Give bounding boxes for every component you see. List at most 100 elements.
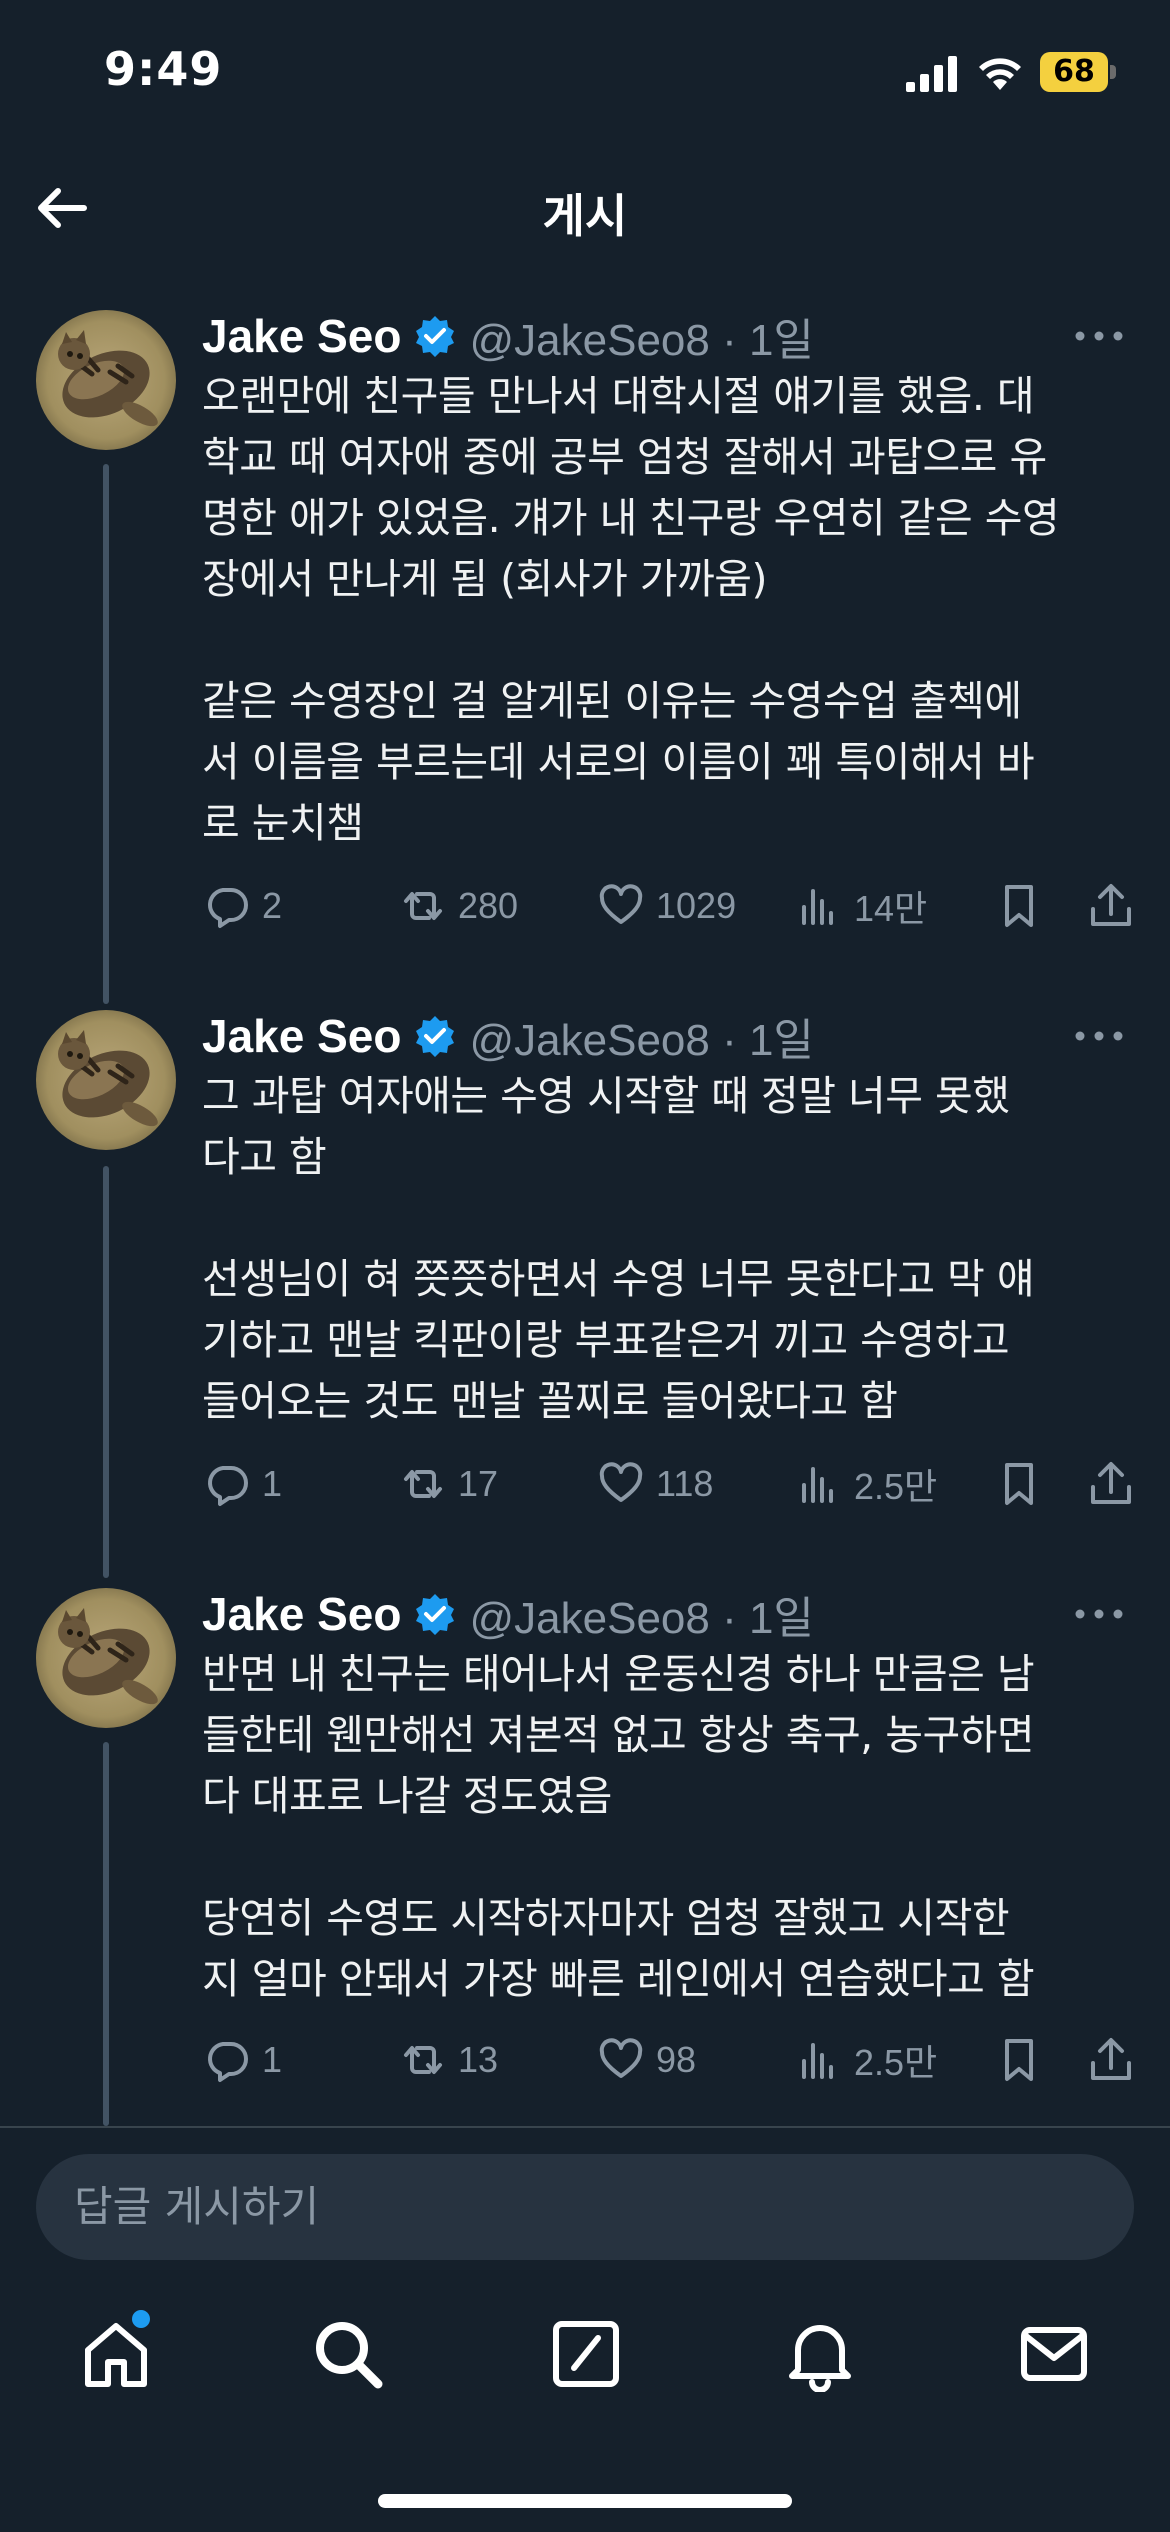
view-count: 2.5만: [854, 1466, 938, 1507]
like-button[interactable]: 98: [596, 2030, 696, 2090]
tab-search[interactable]: [310, 2316, 386, 2392]
reply-icon: [208, 1466, 248, 1506]
like-button[interactable]: 1029: [596, 876, 736, 936]
action-bar: 1 17 118 2.5만: [202, 1454, 1142, 1514]
thread-line: [103, 464, 109, 1004]
verified-badge-icon: [416, 1594, 455, 1635]
cat-avatar-image: [36, 1588, 176, 1728]
share-button[interactable]: [1086, 2030, 1136, 2090]
post-text-line: 들어오는 것도 맨날 꼴찌로 들어왔다고 함: [202, 1377, 898, 1425]
post-header: Jake Seo @JakeSeo8 · 1일: [202, 304, 814, 368]
post-text: 그 과탑 여자애는 수영 시작할 때 정말 너무 못했 다고 함 선생님이 혀 쯧쯧…: [202, 1066, 1132, 1432]
post-text-line: 장에서 만나게 됨 (회사가 가까움): [202, 555, 767, 603]
reply-input[interactable]: 답글 게시하기: [36, 2154, 1134, 2260]
post-text-line: 기하고 맨날 킥판이랑 부표같은거 끼고 수영하고: [202, 1316, 1010, 1364]
author-name[interactable]: Jake Seo: [202, 1009, 401, 1063]
repost-icon: [404, 2046, 442, 2074]
reply-button[interactable]: 1: [202, 1454, 282, 1514]
home-indicator: [378, 2494, 792, 2508]
battery-icon: 68: [1040, 52, 1116, 92]
views-button[interactable]: 2.5만: [794, 2030, 937, 2090]
status-time: 9:49: [104, 42, 223, 96]
more-options-icon[interactable]: [1070, 1596, 1128, 1632]
views-button[interactable]: 14만: [794, 876, 927, 936]
post-text-line: 서 이름을 부르는데 서로의 이름이 꽤 특이해서 바: [202, 738, 1035, 786]
avatar[interactable]: [36, 310, 176, 450]
thread-line: [103, 1742, 109, 2126]
battery-tip: [1110, 65, 1116, 79]
post-header: Jake Seo @JakeSeo8 · 1일: [202, 1004, 814, 1068]
avatar[interactable]: [36, 1588, 176, 1728]
view-count: 14만: [854, 888, 928, 929]
action-bar: 2 280 1029 14만: [202, 876, 1142, 936]
views-icon: [802, 1467, 833, 1503]
heart-icon: [599, 884, 643, 924]
reply-count: 2: [262, 885, 283, 926]
share-button[interactable]: [1086, 1454, 1136, 1514]
author-handle-and-time[interactable]: @JakeSeo8 · 1일: [469, 304, 813, 368]
author-handle-and-time[interactable]: @JakeSeo8 · 1일: [469, 1004, 813, 1068]
more-options-icon[interactable]: [1070, 1018, 1128, 1054]
header: 게시: [0, 150, 1170, 270]
bookmark-button[interactable]: [994, 876, 1044, 936]
repost-count: 17: [458, 1463, 499, 1504]
views-icon: [802, 2043, 833, 2079]
page-title: 게시: [542, 189, 628, 243]
post-text-line: 다 대표로 나갈 정도였음: [202, 1772, 612, 1820]
post-text-line: 반면 내 친구는 태어나서 운동신경 하나 만큼은 남: [202, 1650, 1035, 1698]
reply-icon: [208, 888, 248, 928]
verified-badge-icon: [416, 1016, 455, 1057]
post-text-line: 로 눈치챔: [202, 799, 364, 847]
status-bar: 9:49 68: [0, 0, 1170, 150]
tab-compose[interactable]: [548, 2316, 624, 2392]
share-button[interactable]: [1086, 876, 1136, 936]
author-handle-and-time[interactable]: @JakeSeo8 · 1일: [469, 1582, 813, 1646]
repost-button[interactable]: 280: [398, 876, 518, 936]
post-text: 오랜만에 친구들 만나서 대학시절 얘기를 했음. 대 학교 때 여자애 중에 공…: [202, 366, 1132, 854]
repost-count: 280: [458, 885, 519, 926]
messages-icon: [1021, 2327, 1087, 2381]
bookmark-button[interactable]: [994, 1454, 1044, 1514]
home-unread-dot: [132, 2310, 150, 2328]
compose-icon: [553, 2321, 619, 2387]
tab-messages[interactable]: [1016, 2316, 1092, 2392]
action-bar: 1 13 98 2.5만: [202, 2030, 1142, 2090]
heart-icon: [599, 2038, 643, 2078]
battery-level: 68: [1040, 52, 1108, 92]
author-name[interactable]: Jake Seo: [202, 1587, 401, 1641]
post-text-line: 들한테 웬만해선 져본적 없고 항상 축구, 농구하면: [202, 1711, 1035, 1759]
search-icon: [316, 2322, 383, 2389]
bookmark-icon: [1005, 1463, 1033, 1505]
repost-icon: [404, 892, 442, 920]
reply-button[interactable]: 2: [202, 876, 282, 936]
repost-icon: [404, 1470, 442, 1498]
post-text-line: 당연히 수영도 시작하자마자 엄청 잘했고 시작한: [202, 1894, 1010, 1942]
post-text-line: 선생님이 혀 쯧쯧하면서 수영 너무 못한다고 막 얘: [202, 1255, 1035, 1303]
views-icon: [802, 889, 833, 925]
reply-count: 1: [262, 2039, 283, 2080]
reply-icon: [208, 2042, 248, 2082]
post-text-line: 다고 함: [202, 1133, 327, 1181]
share-icon: [1091, 2038, 1131, 2080]
bookmark-icon: [1005, 2039, 1033, 2081]
post-text-line: 같은 수영장인 걸 알게된 이유는 수영수업 출첵에: [202, 677, 1022, 725]
thread-line: [103, 1166, 109, 1578]
verified-badge-icon: [416, 316, 455, 357]
repost-button[interactable]: 17: [398, 1454, 498, 1514]
views-button[interactable]: 2.5만: [794, 1454, 937, 1514]
share-icon: [1091, 1462, 1131, 1504]
author-name[interactable]: Jake Seo: [202, 309, 401, 363]
repost-button[interactable]: 13: [398, 2030, 498, 2090]
share-icon: [1091, 884, 1131, 926]
repost-count: 13: [458, 2039, 499, 2080]
cat-avatar-image: [36, 310, 176, 450]
tab-notifications[interactable]: [782, 2316, 858, 2393]
more-options-icon[interactable]: [1070, 318, 1128, 354]
view-count: 2.5만: [854, 2042, 938, 2083]
reply-button[interactable]: 1: [202, 2030, 282, 2090]
bookmark-button[interactable]: [994, 2030, 1044, 2090]
avatar[interactable]: [36, 1010, 176, 1150]
like-button[interactable]: 118: [596, 1454, 713, 1514]
